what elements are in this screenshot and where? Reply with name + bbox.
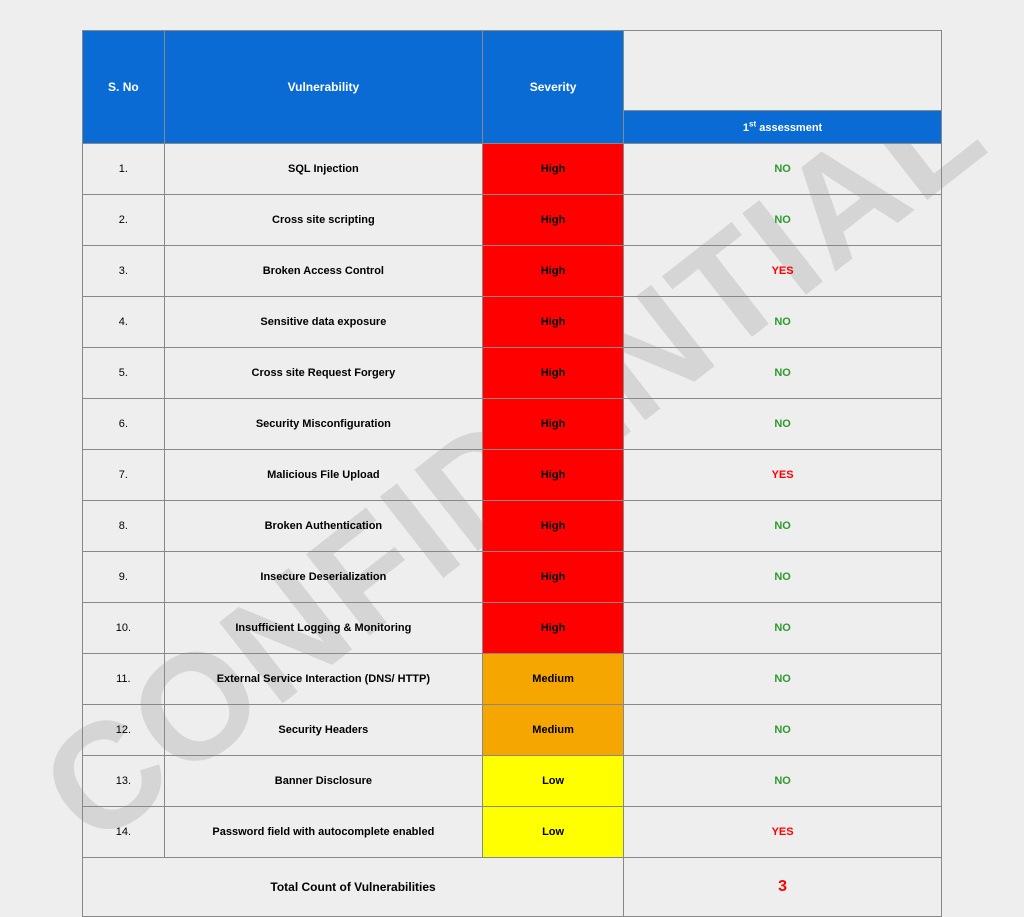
cell-sno: 12.	[83, 705, 165, 756]
cell-vulnerability: Insufficient Logging & Monitoring	[164, 603, 482, 654]
cell-vulnerability: Banner Disclosure	[164, 756, 482, 807]
cell-sno: 2.	[83, 195, 165, 246]
cell-severity: High	[483, 501, 624, 552]
cell-vulnerability: Cross site Request Forgery	[164, 348, 482, 399]
cell-severity: High	[483, 297, 624, 348]
cell-sno: 9.	[83, 552, 165, 603]
col-header-vulnerability: Vulnerability	[164, 31, 482, 144]
cell-severity: High	[483, 144, 624, 195]
cell-sno: 8.	[83, 501, 165, 552]
table-row: 8.Broken AuthenticationHighNO	[83, 501, 942, 552]
cell-sno: 11.	[83, 654, 165, 705]
table-row: 6.Security MisconfigurationHighNO	[83, 399, 942, 450]
cell-assessment: YES	[624, 807, 942, 858]
cell-vulnerability: Insecure Deserialization	[164, 552, 482, 603]
cell-assessment: NO	[624, 195, 942, 246]
cell-severity: Medium	[483, 705, 624, 756]
cell-severity: Medium	[483, 654, 624, 705]
cell-assessment: NO	[624, 144, 942, 195]
table-row: 2.Cross site scriptingHighNO	[83, 195, 942, 246]
cell-assessment: NO	[624, 552, 942, 603]
cell-assessment: YES	[624, 246, 942, 297]
cell-severity: High	[483, 603, 624, 654]
cell-assessment: NO	[624, 603, 942, 654]
cell-severity: Low	[483, 756, 624, 807]
cell-assessment: YES	[624, 450, 942, 501]
table-row: 3.Broken Access ControlHighYES	[83, 246, 942, 297]
cell-vulnerability: Password field with autocomplete enabled	[164, 807, 482, 858]
cell-sno: 10.	[83, 603, 165, 654]
cell-severity: High	[483, 450, 624, 501]
cell-vulnerability: Broken Access Control	[164, 246, 482, 297]
table-row: 9.Insecure DeserializationHighNO	[83, 552, 942, 603]
cell-vulnerability: Security Misconfiguration	[164, 399, 482, 450]
cell-severity: High	[483, 552, 624, 603]
cell-sno: 4.	[83, 297, 165, 348]
vulnerability-table: S. No Vulnerability Severity 1st assessm…	[82, 30, 942, 917]
table-row: 14.Password field with autocomplete enab…	[83, 807, 942, 858]
table-row: 11.External Service Interaction (DNS/ HT…	[83, 654, 942, 705]
table-row: 12.Security HeadersMediumNO	[83, 705, 942, 756]
cell-sno: 3.	[83, 246, 165, 297]
cell-assessment: NO	[624, 501, 942, 552]
col-header-severity: Severity	[483, 31, 624, 144]
cell-severity: High	[483, 195, 624, 246]
table-row: 13.Banner DisclosureLowNO	[83, 756, 942, 807]
cell-severity: High	[483, 348, 624, 399]
table-row: 10.Insufficient Logging & MonitoringHigh…	[83, 603, 942, 654]
total-label: Total Count of Vulnerabilities	[83, 858, 624, 917]
table-row: 1.SQL InjectionHighNO	[83, 144, 942, 195]
cell-sno: 14.	[83, 807, 165, 858]
cell-severity: Low	[483, 807, 624, 858]
table-row: 7.Malicious File UploadHighYES	[83, 450, 942, 501]
cell-severity: High	[483, 246, 624, 297]
cell-sno: 6.	[83, 399, 165, 450]
cell-vulnerability: External Service Interaction (DNS/ HTTP)	[164, 654, 482, 705]
cell-assessment: NO	[624, 399, 942, 450]
cell-assessment: NO	[624, 705, 942, 756]
cell-vulnerability: SQL Injection	[164, 144, 482, 195]
cell-sno: 1.	[83, 144, 165, 195]
col-header-empty	[624, 31, 942, 111]
cell-assessment: NO	[624, 348, 942, 399]
cell-vulnerability: Security Headers	[164, 705, 482, 756]
col-header-assessment: 1st assessment	[624, 111, 942, 144]
cell-vulnerability: Sensitive data exposure	[164, 297, 482, 348]
cell-vulnerability: Malicious File Upload	[164, 450, 482, 501]
cell-assessment: NO	[624, 654, 942, 705]
cell-vulnerability: Broken Authentication	[164, 501, 482, 552]
cell-vulnerability: Cross site scripting	[164, 195, 482, 246]
total-count: 3	[624, 858, 942, 917]
cell-sno: 5.	[83, 348, 165, 399]
table-row: 4.Sensitive data exposureHighNO	[83, 297, 942, 348]
cell-assessment: NO	[624, 756, 942, 807]
cell-assessment: NO	[624, 297, 942, 348]
table-row: 5.Cross site Request ForgeryHighNO	[83, 348, 942, 399]
col-header-sno: S. No	[83, 31, 165, 144]
cell-sno: 13.	[83, 756, 165, 807]
cell-sno: 7.	[83, 450, 165, 501]
cell-severity: High	[483, 399, 624, 450]
